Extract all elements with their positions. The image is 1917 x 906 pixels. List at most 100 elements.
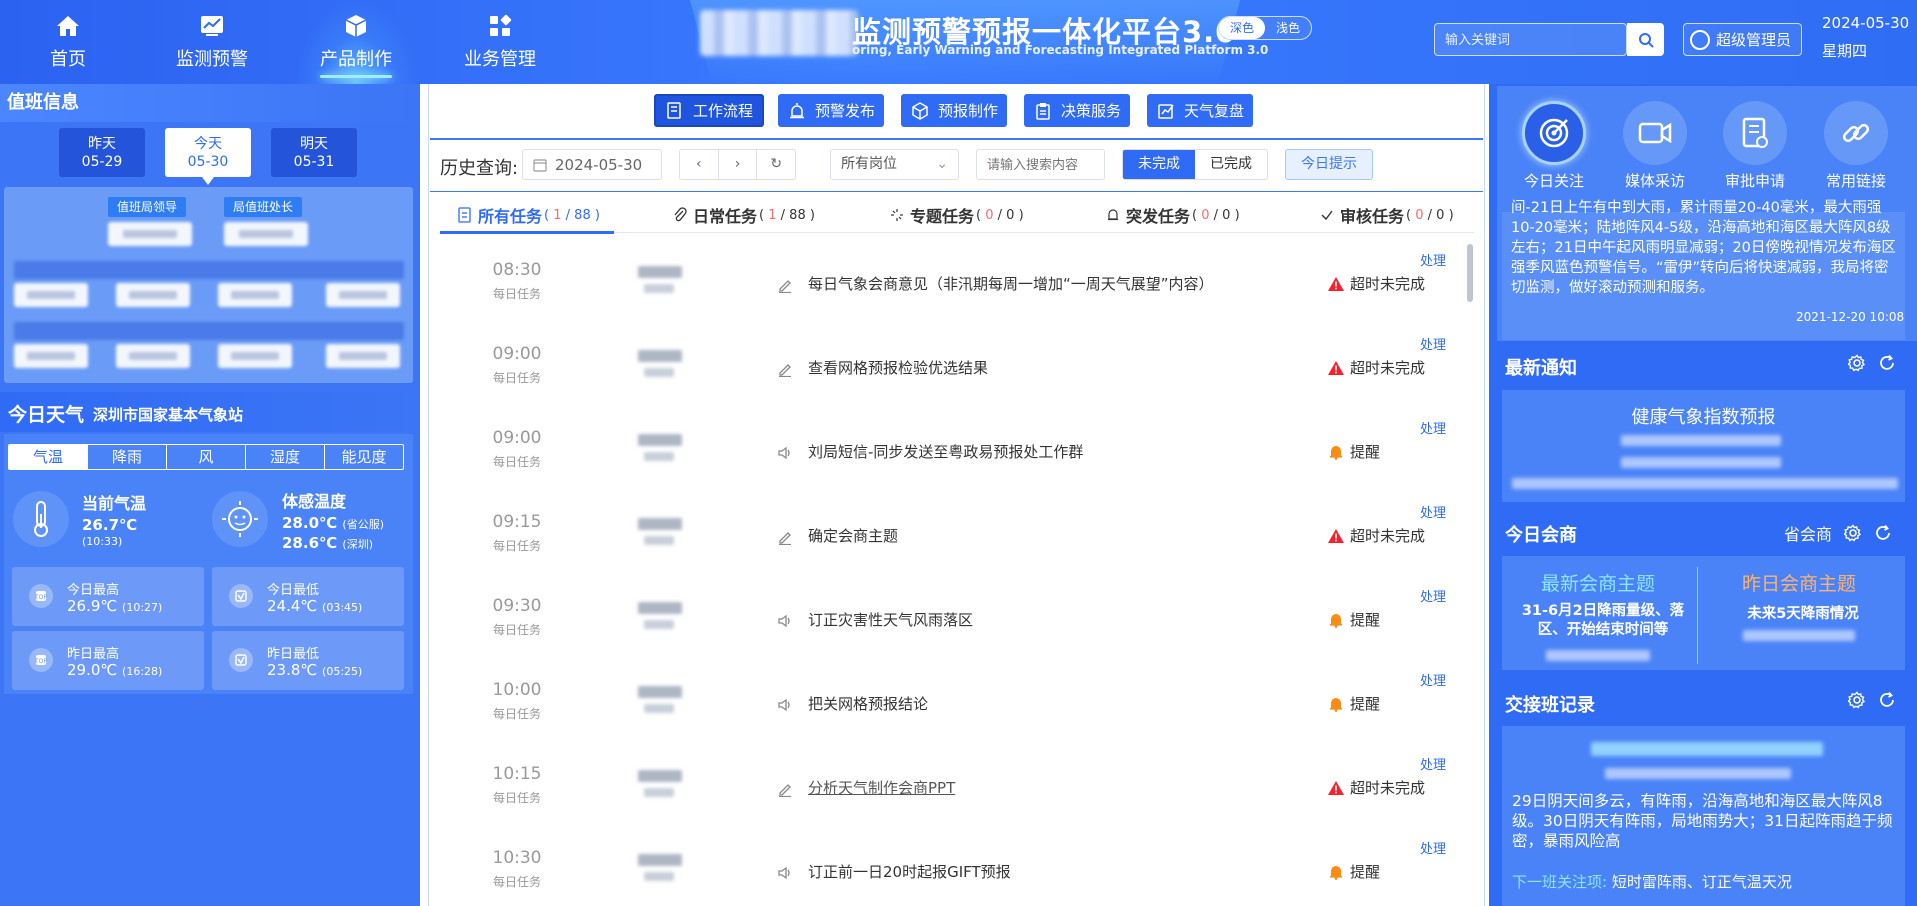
duty-section-title: 值班信息	[0, 84, 420, 122]
keyword-search-input[interactable]	[976, 149, 1105, 180]
task-list-scrollbar[interactable]	[1467, 244, 1473, 302]
weather-tab-visibility[interactable]: 能见度	[325, 445, 403, 469]
task-name[interactable]: 分析天气制作会商PPT	[808, 777, 955, 798]
approval-request-button[interactable]	[1723, 101, 1787, 165]
common-links-button[interactable]	[1824, 101, 1888, 165]
task-handle-button[interactable]: 处理	[1420, 250, 1446, 269]
nav-product[interactable]: 产品制作	[296, 0, 416, 84]
date-picker[interactable]: 2024-05-30	[522, 149, 662, 180]
header-date: 2024-05-30	[1822, 14, 1910, 32]
blurred-assignee	[630, 432, 690, 466]
refresh-icon[interactable]	[1878, 354, 1896, 372]
search-button[interactable]	[1627, 23, 1664, 56]
tab-done-count: 0	[1201, 207, 1210, 223]
task-handle-button[interactable]: 处理	[1420, 754, 1446, 773]
edit-icon	[776, 528, 794, 546]
date-navigation: ‹ › ↻	[679, 149, 796, 180]
gear-icon[interactable]	[1844, 524, 1862, 542]
day-tab-tomorrow[interactable]: 明天 05-31	[271, 128, 357, 177]
day-tab-today[interactable]: 今天 05-30	[165, 128, 251, 185]
blurred-duty-person	[14, 283, 88, 307]
yesterday-meeting-text[interactable]: 未来5天降雨情况	[1718, 602, 1888, 623]
task-time: 09:30	[492, 596, 542, 616]
link-icon	[1842, 123, 1870, 143]
task-row[interactable]: 09:00 每日任务 刘局短信-同步发送至粤政易预报处工作群 处理 提醒	[440, 418, 1460, 502]
task-handle-button[interactable]: 处理	[1420, 838, 1446, 857]
edit-icon	[776, 780, 794, 798]
weather-review-button[interactable]: 天气复盘	[1147, 94, 1254, 127]
latest-meeting-text[interactable]: 31-6月2日降雨量级、落区、开始结束时间等	[1518, 602, 1688, 640]
next-shift-focus-value: 短时雷阵雨、订正气温天况	[1611, 873, 1792, 891]
post-select[interactable]: 所有岗位 ⌄	[830, 149, 959, 180]
box-icon	[910, 101, 930, 121]
card-label: 昨日最高	[67, 647, 120, 662]
tab-label: 日常任务	[693, 207, 758, 226]
theme-switch[interactable]: 深色 浅色	[1218, 16, 1312, 40]
blurred-notice-meta	[1621, 435, 1781, 446]
workflow-icon	[665, 101, 685, 121]
weather-tab-rain[interactable]: 降雨	[88, 445, 167, 469]
warning-publish-button[interactable]: 预警发布	[778, 94, 885, 127]
tab-review-tasks[interactable]: 审核任务 ( 0 / 0 )	[1320, 203, 1454, 227]
task-row[interactable]: 09:15 每日任务 确定会商主题 处理 超时未完成	[440, 502, 1460, 586]
nav-home[interactable]: 首页	[8, 0, 128, 84]
task-row[interactable]: 09:00 每日任务 查看网格预报检验优选结果 处理 超时未完成	[440, 334, 1460, 418]
day-tab-yesterday[interactable]: 昨天 05-29	[59, 128, 145, 177]
card-value: 24.4℃ (03:45)	[267, 597, 362, 615]
chart-icon	[199, 13, 225, 39]
task-row[interactable]: 09:30 每日任务 订正灾害性天气风雨落区 处理 提醒	[440, 586, 1460, 670]
task-row[interactable]: 08:30 每日任务 每日气象会商意见（非汛期每周一增加“一周天气展望”内容） 处理超…	[440, 250, 1460, 334]
refresh-button[interactable]: ↻	[757, 150, 795, 179]
tab-all-tasks[interactable]: 所有任务 ( 1 / 88 )	[458, 203, 600, 227]
task-handle-button[interactable]: 处理	[1420, 502, 1446, 521]
tab-emergency-tasks[interactable]: 突发任务 ( 0 / 0 )	[1106, 203, 1240, 227]
tab-total-count: 0	[1006, 207, 1015, 223]
blurred-handover-title	[1591, 742, 1823, 756]
forecast-make-button[interactable]: 预报制作	[901, 94, 1008, 127]
user-menu-button[interactable]: 超级管理员	[1683, 23, 1802, 56]
tab-topic-tasks[interactable]: 专题任务 ( 0 / 0 )	[890, 203, 1024, 227]
document-icon	[458, 207, 471, 223]
decision-service-button[interactable]: 决策服务	[1024, 94, 1131, 127]
blurred-meeting-meta	[1743, 630, 1855, 641]
blurred-notice-line	[1512, 478, 1898, 489]
theme-dark-option[interactable]: 深色	[1219, 17, 1265, 39]
task-row[interactable]: 10:15 每日任务 分析天气制作会商PPT 处理 超时未完成	[440, 754, 1460, 838]
next-day-button[interactable]: ›	[719, 150, 758, 179]
task-row[interactable]: 10:00 每日任务 把关网格预报结论 处理 提醒	[440, 670, 1460, 754]
task-handle-button[interactable]: 处理	[1420, 418, 1446, 437]
nav-business-label: 业务管理	[464, 49, 536, 70]
task-row[interactable]: 10:30 每日任务 订正前一日20时起报GIFT预报 处理 提醒	[440, 838, 1460, 906]
media-interview-button[interactable]	[1623, 101, 1687, 165]
task-handle-button[interactable]: 处理	[1420, 670, 1446, 689]
today-focus-button[interactable]	[1522, 101, 1586, 165]
global-search-input[interactable]	[1434, 23, 1627, 56]
today-tip-button[interactable]: 今日提示	[1285, 149, 1373, 180]
done-toggle[interactable]: 已完成	[1195, 150, 1267, 179]
weather-tab-temperature[interactable]: 气温	[9, 445, 88, 469]
notice-item-title[interactable]: 健康气象指数预报	[1502, 403, 1905, 429]
gear-icon[interactable]	[1848, 354, 1866, 372]
workflow-button[interactable]: 工作流程	[654, 94, 765, 127]
card-time: (10:27)	[122, 601, 163, 614]
task-status: 超时未完成	[1327, 273, 1425, 294]
nav-monitoring[interactable]: 监测预警	[152, 0, 272, 84]
task-handle-button[interactable]: 处理	[1420, 586, 1446, 605]
task-handle-button[interactable]: 处理	[1420, 334, 1446, 353]
meeting-scope-toggle[interactable]: 省会商	[1784, 521, 1832, 545]
prev-day-button[interactable]: ‹	[680, 150, 719, 179]
weather-tab-wind[interactable]: 风	[167, 445, 246, 469]
refresh-icon[interactable]	[1874, 524, 1892, 542]
undone-toggle[interactable]: 未完成	[1123, 150, 1195, 179]
check-icon	[1321, 210, 1333, 221]
date-picker-value: 2024-05-30	[555, 155, 643, 174]
refresh-icon[interactable]	[1878, 691, 1896, 709]
tab-daily-tasks[interactable]: 日常任务 ( 1 / 88 )	[673, 203, 815, 227]
blurred-assignee	[630, 852, 690, 886]
gear-icon[interactable]	[1848, 691, 1866, 709]
notice-section-title: 最新通知	[1505, 358, 1577, 379]
weather-tab-humidity[interactable]: 湿度	[246, 445, 325, 469]
nav-business[interactable]: 业务管理	[440, 0, 560, 84]
task-name: 每日气象会商意见（非汛期每周一增加“一周天气展望”内容）	[808, 275, 1214, 293]
theme-light-option[interactable]: 浅色	[1265, 17, 1311, 39]
